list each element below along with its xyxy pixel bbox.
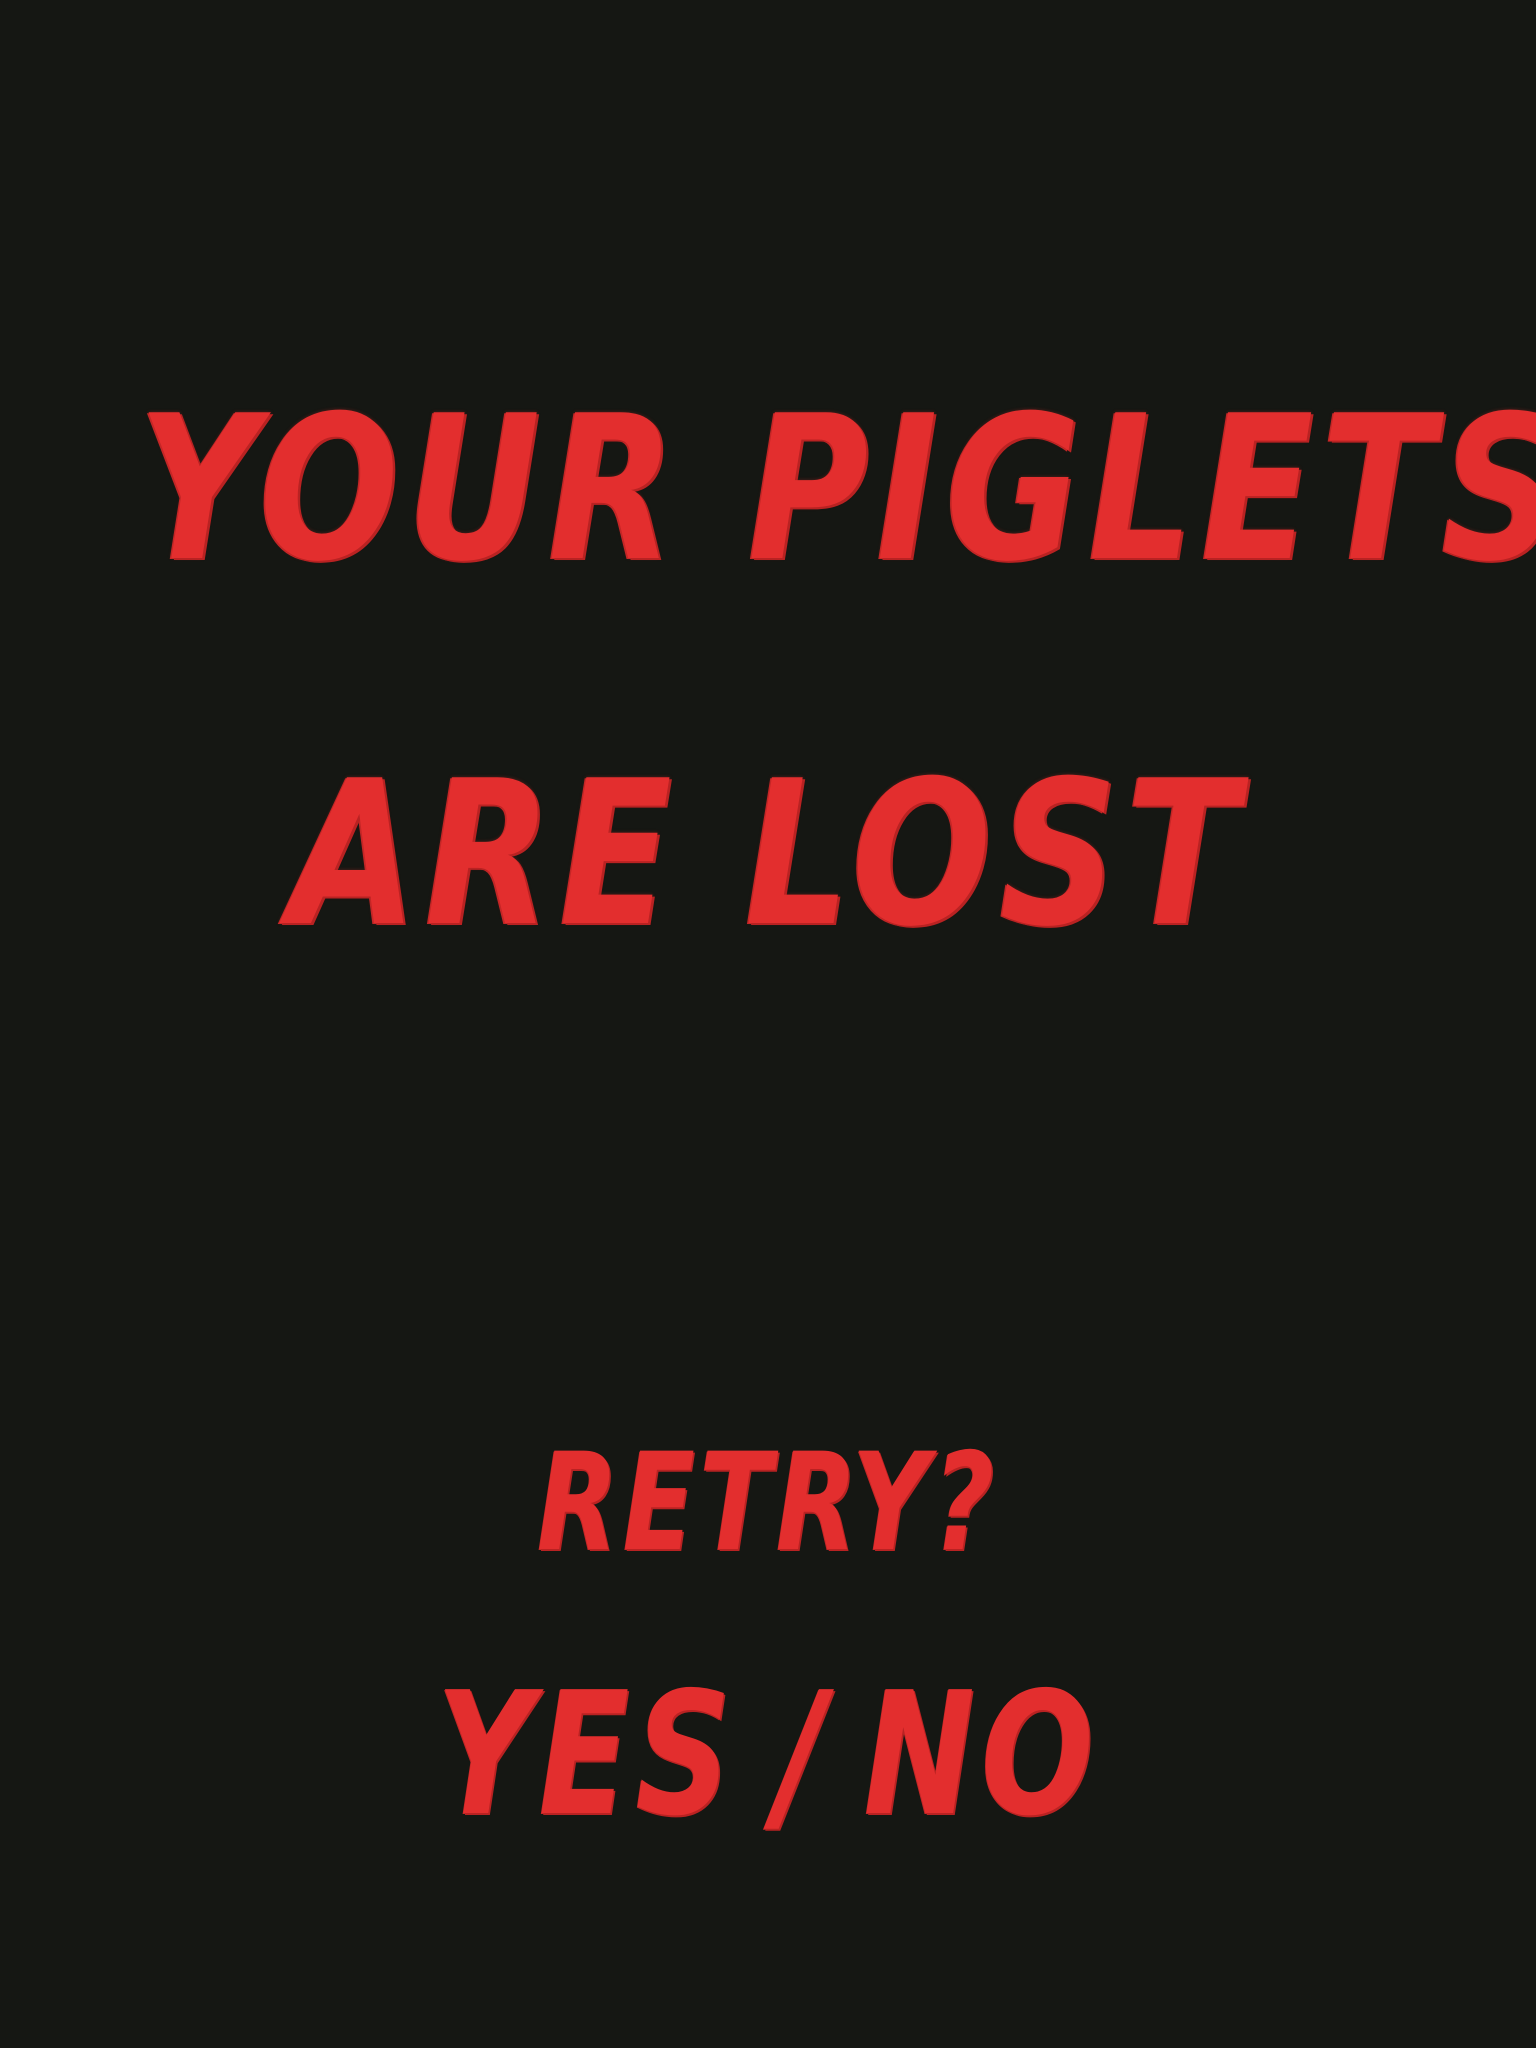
retry-choices-row: YES / NO — [428, 1670, 1107, 1840]
retry-prompt: RETRY? — [537, 1424, 999, 1581]
game-over-screen: YOUR PIGLETS ARE LOST RETRY? YES / NO — [0, 0, 1536, 2048]
choice-separator: / — [776, 1656, 825, 1854]
retry-choices: YES / NO — [0, 1670, 1536, 1840]
yes-button[interactable]: YES — [428, 1670, 744, 1840]
no-button[interactable]: NO — [856, 1670, 1108, 1840]
game-over-title-line-2: ARE LOST — [290, 738, 1246, 971]
game-over-title-line-1: YOUR PIGLETS — [138, 373, 1536, 606]
